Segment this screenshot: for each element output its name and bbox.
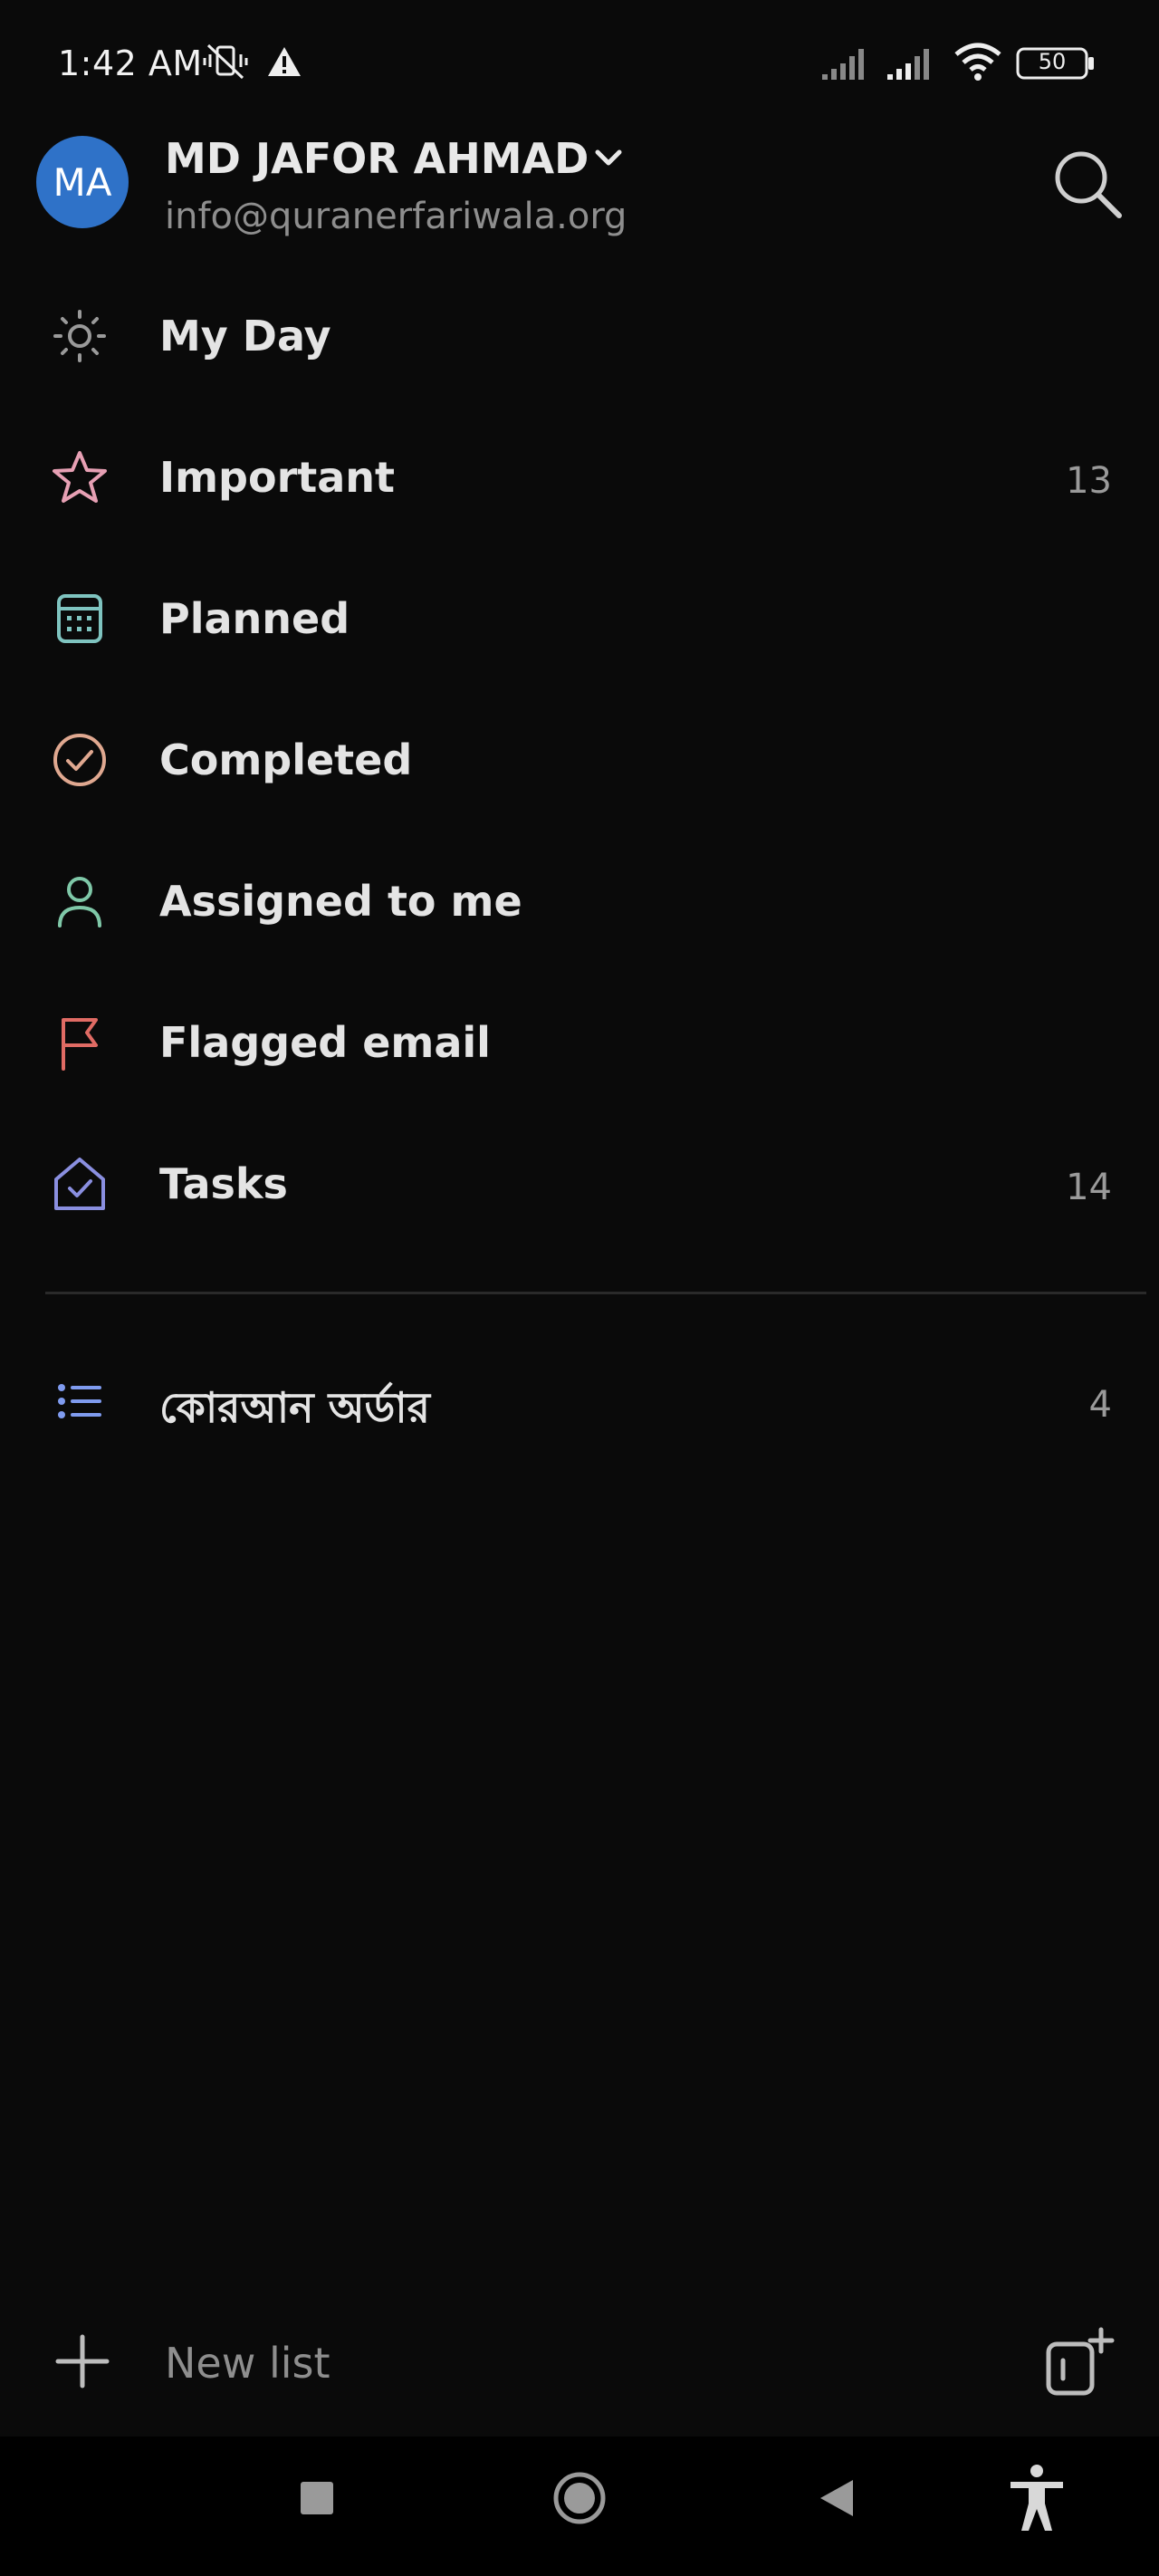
signal-icon [822, 49, 864, 80]
list-icon [58, 1384, 101, 1418]
divider [45, 1292, 1146, 1294]
warning-icon [268, 47, 301, 76]
battery-level: 50 [1038, 49, 1067, 74]
status-bar: 1:42 AM 50 [0, 0, 1159, 127]
new-list-button[interactable]: New list [165, 2339, 330, 2388]
nav-item-label: Planned [159, 594, 350, 643]
account-email: info@quranerfariwala.org [165, 196, 627, 237]
nav-item-label: Tasks [159, 1159, 288, 1208]
calendar-icon [57, 594, 102, 643]
flag-icon [62, 1018, 98, 1071]
nav-item-important[interactable]: Important 13 [0, 418, 1159, 536]
custom-list-count: 4 [1088, 1384, 1112, 1426]
sun-icon [53, 310, 106, 362]
avatar[interactable]: MA [36, 136, 129, 228]
home-button[interactable] [552, 2471, 607, 2525]
nav-item-assigned-to-me[interactable]: Assigned to me [0, 842, 1159, 960]
nav-item-my-day[interactable]: My Day [0, 277, 1159, 395]
nav-item-label: Important [159, 453, 396, 502]
account-name[interactable]: MD JAFOR AHMAD [165, 134, 589, 183]
system-nav-bar [0, 2437, 1159, 2576]
nav-item-label: Completed [159, 735, 413, 784]
plus-icon[interactable] [51, 2330, 114, 2393]
person-icon [58, 877, 101, 928]
custom-list-item[interactable]: কোরআন অর্ডার 4 [0, 1342, 1159, 1460]
nav-item-label: Flagged email [159, 1018, 491, 1067]
custom-list-label: কোরআন অর্ডার [159, 1383, 430, 1432]
nav-item-tasks[interactable]: Tasks 14 [0, 1125, 1159, 1243]
search-icon[interactable] [1047, 143, 1128, 225]
nav-item-planned[interactable]: Planned [0, 560, 1159, 678]
wifi-icon [954, 43, 1001, 81]
nav-item-label: Assigned to me [159, 877, 522, 926]
new-group-icon[interactable] [1041, 2324, 1117, 2400]
signal-icon [887, 49, 929, 80]
nav-item-count: 14 [1066, 1167, 1112, 1208]
check-circle-icon [53, 734, 106, 786]
house-icon [54, 1158, 105, 1210]
nav-item-flagged-email[interactable]: Flagged email [0, 984, 1159, 1101]
nav-item-count: 13 [1066, 460, 1112, 502]
chevron-down-icon[interactable] [590, 143, 627, 172]
accessibility-icon[interactable] [1007, 2464, 1067, 2533]
nav-item-completed[interactable]: Completed [0, 701, 1159, 819]
recents-button[interactable] [299, 2480, 335, 2516]
vibrate-off-icon [203, 43, 248, 80]
back-button[interactable] [817, 2478, 857, 2518]
status-time: 1:42 AM [58, 43, 203, 83]
star-icon [53, 451, 107, 503]
nav-item-label: My Day [159, 312, 331, 360]
avatar-initials: MA [53, 159, 112, 205]
